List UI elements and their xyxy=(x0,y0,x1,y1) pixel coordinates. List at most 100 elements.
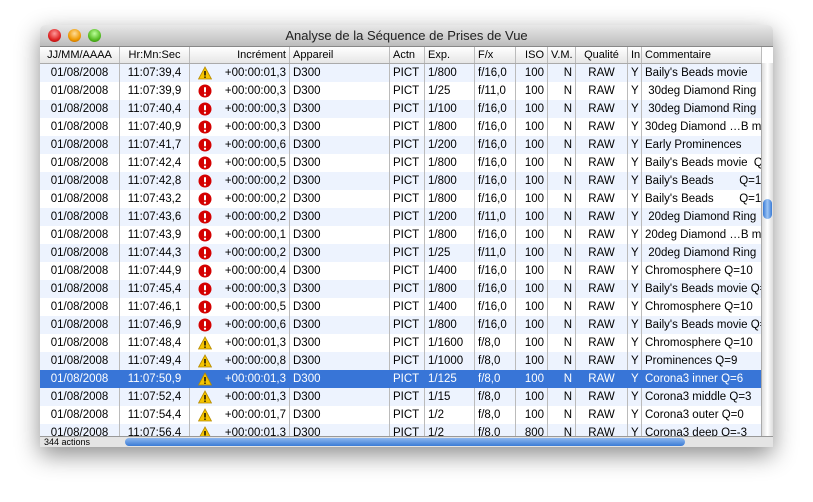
cell-in: Y xyxy=(628,352,642,370)
table-row[interactable]: 01/08/2008 11:07:45,4 +00:00:00,3 D300 PICT 1… xyxy=(40,280,762,298)
in-text: Y xyxy=(631,85,639,97)
table-row[interactable]: 01/08/2008 11:07:40,9 +00:00:00,3 D300 PICT 1… xyxy=(40,118,762,136)
cell-vm: N xyxy=(548,352,576,370)
cell-vm: N xyxy=(548,208,576,226)
column-header-comment[interactable]: Commentaire xyxy=(642,47,762,63)
table-row[interactable]: 01/08/2008 11:07:42,4 +00:00:00,5 D300 PICT 1… xyxy=(40,154,762,172)
in-text: Y xyxy=(631,265,639,277)
camera-text: D300 xyxy=(293,427,321,436)
error-icon xyxy=(198,192,212,206)
table-row[interactable]: 01/08/2008 11:07:44,9 +00:00:00,4 D300 PICT 1… xyxy=(40,262,762,280)
cell-action: PICT xyxy=(390,154,425,172)
minimize-button[interactable] xyxy=(68,29,81,42)
exposure-text: 1/400 xyxy=(428,301,457,313)
table-row[interactable]: 01/08/2008 11:07:46,9 +00:00:00,6 D300 PICT 1… xyxy=(40,316,762,334)
cell-quality: RAW xyxy=(576,100,628,118)
horizontal-scrollbar[interactable] xyxy=(125,438,685,446)
cell-iso: 100 xyxy=(516,316,548,334)
table-row[interactable]: 01/08/2008 11:07:39,9 +00:00:00,3 D300 PICT 1… xyxy=(40,82,762,100)
comment-text: Corona3 outer Q=0 xyxy=(645,409,744,421)
table-row[interactable]: 01/08/2008 11:07:43,6 +00:00:00,2 D300 PICT 1… xyxy=(40,208,762,226)
cell-time: 11:07:49,4 xyxy=(120,352,190,370)
table-row[interactable]: 01/08/2008 11:07:43,2 +00:00:00,2 D300 PICT 1… xyxy=(40,190,762,208)
cell-aperture: f/11,0 xyxy=(475,208,516,226)
column-header-exposure[interactable]: Exp. xyxy=(425,47,475,63)
date-text: 01/08/2008 xyxy=(50,85,109,97)
error-icon xyxy=(198,246,212,260)
comment-text: Chromosphere Q=10 xyxy=(645,301,753,313)
iso-text: 100 xyxy=(524,319,544,331)
table-row[interactable]: 01/08/2008 11:07:39,4 +00:00:01,3 D300 PICT 1… xyxy=(40,64,762,82)
cell-exposure: 1/400 xyxy=(425,262,475,280)
increment-text: +00:00:00,2 xyxy=(224,211,286,223)
iso-text: 100 xyxy=(524,121,544,133)
cell-aperture: f/16,0 xyxy=(475,64,516,82)
column-header-in[interactable]: In xyxy=(628,47,642,63)
quality-text: RAW xyxy=(588,409,615,421)
error-icon xyxy=(198,228,212,242)
column-header-aperture[interactable]: F/x xyxy=(475,47,516,63)
cell-camera: D300 xyxy=(290,370,390,388)
vertical-scrollbar[interactable] xyxy=(761,63,773,436)
column-header-camera[interactable]: Appareil xyxy=(290,47,390,63)
cell-iso: 100 xyxy=(516,262,548,280)
increment-text: +00:00:00,3 xyxy=(224,85,286,97)
table-row[interactable]: 01/08/2008 11:07:43,9 +00:00:00,1 D300 PICT 1… xyxy=(40,226,762,244)
table-row[interactable]: 01/08/2008 11:07:56,4 +00:00:01,3 D300 PICT 1… xyxy=(40,424,762,436)
table-row[interactable]: 01/08/2008 11:07:42,8 +00:00:00,2 D300 PICT 1… xyxy=(40,172,762,190)
cell-vm: N xyxy=(548,316,576,334)
aperture-text: f/16,0 xyxy=(478,229,507,241)
time-text: 11:07:44,3 xyxy=(127,247,182,259)
cell-date: 01/08/2008 xyxy=(40,118,120,136)
cell-iso: 100 xyxy=(516,280,548,298)
cell-vm: N xyxy=(548,136,576,154)
cell-date: 01/08/2008 xyxy=(40,406,120,424)
cell-exposure: 1/15 xyxy=(425,388,475,406)
column-header-quality[interactable]: Qualité xyxy=(576,47,628,63)
comment-text: Baily's Beads Q=1 xyxy=(645,175,762,187)
cell-increment: +00:00:01,7 xyxy=(190,406,290,424)
table-row[interactable]: 01/08/2008 11:07:52,4 +00:00:01,3 D300 PICT 1… xyxy=(40,388,762,406)
vm-text: N xyxy=(563,391,572,403)
cell-camera: D300 xyxy=(290,154,390,172)
increment-text: +00:00:01,3 xyxy=(224,373,286,385)
comment-text: 30deg Diamond Ring xyxy=(645,85,757,97)
in-text: Y xyxy=(631,355,639,367)
cell-in: Y xyxy=(628,190,642,208)
in-text: Y xyxy=(631,139,639,151)
quality-text: RAW xyxy=(588,319,615,331)
column-header-action[interactable]: Actn xyxy=(390,47,425,63)
table-row[interactable]: 01/08/2008 11:07:48,4 +00:00:01,3 D300 PICT 1… xyxy=(40,334,762,352)
cell-vm: N xyxy=(548,244,576,262)
cell-date: 01/08/2008 xyxy=(40,316,120,334)
column-header-vm[interactable]: V.M. xyxy=(548,47,576,63)
aperture-text: f/8,0 xyxy=(478,427,501,436)
cell-comment: 30deg Diamond Ring xyxy=(642,82,762,100)
cell-iso: 100 xyxy=(516,136,548,154)
camera-text: D300 xyxy=(293,247,321,259)
cell-exposure: 1/100 xyxy=(425,100,475,118)
column-header-time[interactable]: Hr:Mn:Sec xyxy=(120,47,190,63)
quality-text: RAW xyxy=(588,157,615,169)
table-row[interactable]: 01/08/2008 11:07:50,9 +00:00:01,3 D300 PICT 1… xyxy=(40,370,762,388)
comment-text: Baily's Beads movie Q xyxy=(645,157,762,169)
zoom-button[interactable] xyxy=(88,29,101,42)
vm-text: N xyxy=(563,193,572,205)
table-row[interactable]: 01/08/2008 11:07:54,4 +00:00:01,7 D300 PICT 1… xyxy=(40,406,762,424)
increment-text: +00:00:00,8 xyxy=(224,355,286,367)
column-header-date[interactable]: JJ/MM/AAAA xyxy=(40,47,120,63)
column-header-iso[interactable]: ISO xyxy=(516,47,548,63)
table-row[interactable]: 01/08/2008 11:07:40,4 +00:00:00,3 D300 PICT 1… xyxy=(40,100,762,118)
cell-date: 01/08/2008 xyxy=(40,136,120,154)
table-row[interactable]: 01/08/2008 11:07:49,4 +00:00:00,8 D300 PICT 1… xyxy=(40,352,762,370)
table-row[interactable]: 01/08/2008 11:07:44,3 +00:00:00,2 D300 PICT 1… xyxy=(40,244,762,262)
time-text: 11:07:50,9 xyxy=(127,373,182,385)
table-row[interactable]: 01/08/2008 11:07:46,1 +00:00:00,5 D300 PICT 1… xyxy=(40,298,762,316)
column-header-increment[interactable]: Incrément xyxy=(190,47,290,63)
time-text: 11:07:48,4 xyxy=(127,337,182,349)
error-icon xyxy=(198,174,212,188)
cell-exposure: 1/1000 xyxy=(425,352,475,370)
scroll-thumb[interactable] xyxy=(763,199,772,219)
close-button[interactable] xyxy=(48,29,61,42)
table-row[interactable]: 01/08/2008 11:07:41,7 +00:00:00,6 D300 PICT 1… xyxy=(40,136,762,154)
